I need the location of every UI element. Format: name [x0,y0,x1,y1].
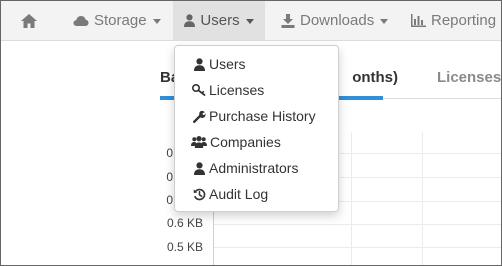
menu-item-licenses[interactable]: Licenses [175,77,338,103]
y-tick-label: 0 [166,170,173,184]
bar-chart-icon [411,14,426,27]
user-icon [192,161,206,175]
nav-storage-label: Storage [94,12,147,29]
menu-item-label: Users [209,56,246,72]
nav-downloads-label: Downloads [300,12,375,29]
menu-item-label: Administrators [209,160,299,176]
wrench-icon [192,110,206,123]
users-icon [191,136,207,148]
menu-item-label: Companies [210,134,281,150]
chevron-down-icon [380,19,389,24]
y-tick-label: 0.6 KB [166,216,203,230]
grid-line [351,132,352,265]
nav-storage[interactable]: Storage [61,1,173,40]
y-tick-label: 0.5 KB [166,240,203,254]
nav-users[interactable]: Users [173,1,265,40]
menu-item-users[interactable]: Users [175,51,338,77]
nav-reporting[interactable]: Reporting [399,1,501,40]
tab-licenses[interactable]: Licenses [437,69,501,86]
user-icon [184,14,196,27]
cloud-icon [73,15,89,27]
top-navbar: Storage Users Downloads Reporting [1,1,501,41]
y-tick-label: 0 [166,193,173,207]
chevron-down-icon [245,19,254,24]
home-icon [20,13,38,29]
menu-item-label: Audit Log [209,186,269,202]
chevron-down-icon [152,19,161,24]
grid-line [213,224,501,225]
grid-line [213,247,501,248]
menu-item-companies[interactable]: Companies [175,129,338,155]
menu-item-administrators[interactable]: Administrators [175,155,338,181]
nav-home[interactable] [9,1,49,40]
user-icon [192,57,206,71]
menu-item-label: Purchase History [209,108,316,124]
nav-downloads[interactable]: Downloads [269,1,400,40]
nav-users-label: Users [200,12,240,29]
users-dropdown-menu: Users Licenses Purchase History Companie… [174,45,339,212]
app-window: Storage Users Downloads Reporting Ba ont… [0,0,502,266]
nav-reporting-label: Reporting [431,12,497,29]
tab-divider [383,98,501,99]
download-icon [281,13,295,28]
grid-line [422,132,423,265]
key-icon [192,84,206,96]
menu-item-label: Licenses [209,82,265,98]
history-icon [192,188,206,201]
menu-item-audit-log[interactable]: Audit Log [175,181,338,207]
menu-item-purchase-history[interactable]: Purchase History [175,103,338,129]
y-tick-label: 0 [166,146,173,160]
